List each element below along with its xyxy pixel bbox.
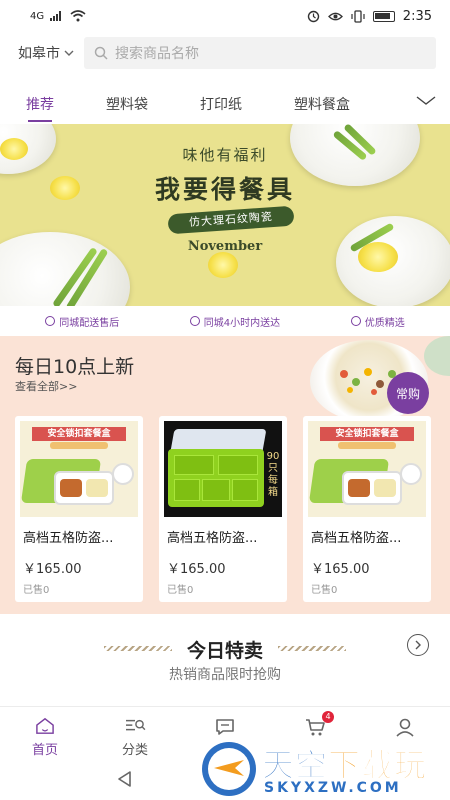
banner-small-text: 味他有福利	[182, 146, 268, 164]
product-price: ￥165.00	[23, 562, 82, 577]
chevron-down-icon	[64, 47, 74, 60]
product-name: 高档五格防盗...	[311, 531, 402, 546]
product-sold: 已售0	[167, 585, 194, 596]
product-price: ￥165.00	[311, 562, 370, 577]
banner-pill: 仿大理石纹陶瓷	[167, 205, 295, 235]
status-time: 2:35	[402, 8, 432, 24]
status-right: 2:35	[307, 9, 432, 24]
section-title: 每日10点上新	[15, 356, 135, 378]
category-tabs: 推荐 塑料袋 打印纸 塑料餐盒	[0, 84, 450, 124]
service-strip: 同城配送售后 同城4小时内送达 优质精选	[0, 306, 450, 336]
user-icon	[396, 718, 414, 737]
nav-label: 首页	[31, 743, 58, 758]
search-input[interactable]: 搜索商品名称	[84, 37, 436, 69]
chat-icon	[216, 719, 234, 735]
service-label: 同城配送售后	[59, 317, 120, 329]
signal-icon	[50, 11, 62, 21]
service-label: 优质精选	[364, 317, 405, 329]
search-icon	[94, 46, 108, 60]
city-label: 如皋市	[18, 46, 60, 62]
city-selector[interactable]: 如皋市	[18, 43, 84, 63]
alarm-icon	[307, 10, 319, 22]
tab-recommend[interactable]: 推荐	[26, 86, 54, 122]
expand-tabs-icon[interactable]	[416, 94, 436, 110]
nav-home[interactable]: 首页	[0, 707, 90, 758]
product-sold: 已售0	[23, 585, 50, 596]
tab-plastic-boxes[interactable]: 塑料餐盒	[294, 86, 350, 122]
image-banner-text: 安全锁扣套餐盒	[32, 427, 126, 441]
search-placeholder: 搜索商品名称	[115, 46, 199, 62]
service-item: 优质精选	[350, 314, 405, 329]
view-all-link[interactable]: 查看全部>>	[15, 378, 77, 394]
signal-label: 4G	[30, 10, 45, 22]
status-left: 4G	[30, 10, 86, 22]
daily-new-section: 每日10点上新 查看全部>> 常购 安全锁扣套餐盒 高档五格防盗... ￥165…	[0, 336, 450, 614]
product-sold: 已售0	[311, 585, 338, 596]
check-circle-icon	[350, 316, 361, 326]
watermark-logo: 天空下载玩 SKYXZW.COM	[202, 736, 450, 800]
plane-logo-icon	[202, 742, 256, 796]
side-dish-image	[424, 336, 450, 376]
tab-plastic-bags[interactable]: 塑料袋	[106, 86, 148, 122]
product-name: 高档五格防盗...	[23, 531, 114, 546]
product-card[interactable]: 安全锁扣套餐盒 高档五格防盗... ￥165.00 已售0	[303, 416, 431, 602]
product-name: 高档五格防盗...	[167, 531, 258, 546]
battery-icon	[372, 10, 395, 22]
section-title: 今日特卖	[186, 640, 263, 662]
promo-banner[interactable]: 味他有福利 我要得餐具 仿大理石纹陶瓷 November	[0, 124, 450, 306]
service-item: 同城配送售后	[45, 314, 119, 329]
today-special-section: 今日特卖 热销商品限时抢购	[0, 614, 450, 706]
service-label: 同城4小时内送达	[203, 317, 281, 329]
banner-title: 我要得餐具	[154, 175, 295, 204]
vibrate-icon	[351, 9, 365, 23]
v-badge-icon	[45, 316, 56, 326]
cart-badge: 4	[322, 711, 334, 723]
home-icon	[36, 717, 54, 734]
back-triangle-icon[interactable]	[116, 770, 134, 788]
category-search-icon	[126, 719, 146, 731]
tab-printing-paper[interactable]: 打印纸	[200, 86, 242, 122]
eye-icon	[327, 12, 343, 20]
regular-buy-button[interactable]: 常购	[387, 372, 429, 414]
image-count-text: 90只每箱	[266, 451, 280, 498]
lemon-image	[208, 252, 238, 278]
product-card[interactable]: 90只每箱 高档五格防盗... ￥165.00 已售0	[159, 416, 287, 602]
product-image: 90只每箱	[164, 421, 282, 517]
clock-icon	[189, 316, 200, 326]
nav-category[interactable]: 分类	[90, 707, 180, 758]
image-banner-text: 安全锁扣套餐盒	[320, 427, 414, 441]
product-price: ￥165.00	[167, 562, 226, 577]
status-bar: 4G 2:35	[0, 0, 450, 32]
section-subtitle: 热销商品限时抢购	[169, 667, 281, 683]
product-image: 安全锁扣套餐盒	[308, 421, 426, 517]
nav-label: 分类	[121, 743, 148, 758]
wifi-icon	[70, 10, 86, 22]
chevron-right-icon[interactable]	[407, 634, 429, 656]
watermark-en: SKYXZW.COM	[264, 780, 402, 796]
product-card[interactable]: 安全锁扣套餐盒 高档五格防盗... ￥165.00 已售0	[15, 416, 143, 602]
banner-month: November	[187, 239, 263, 254]
header: 如皋市 搜索商品名称	[0, 36, 450, 70]
service-item: 同城4小时内送达	[189, 314, 281, 329]
product-image: 安全锁扣套餐盒	[20, 421, 138, 517]
